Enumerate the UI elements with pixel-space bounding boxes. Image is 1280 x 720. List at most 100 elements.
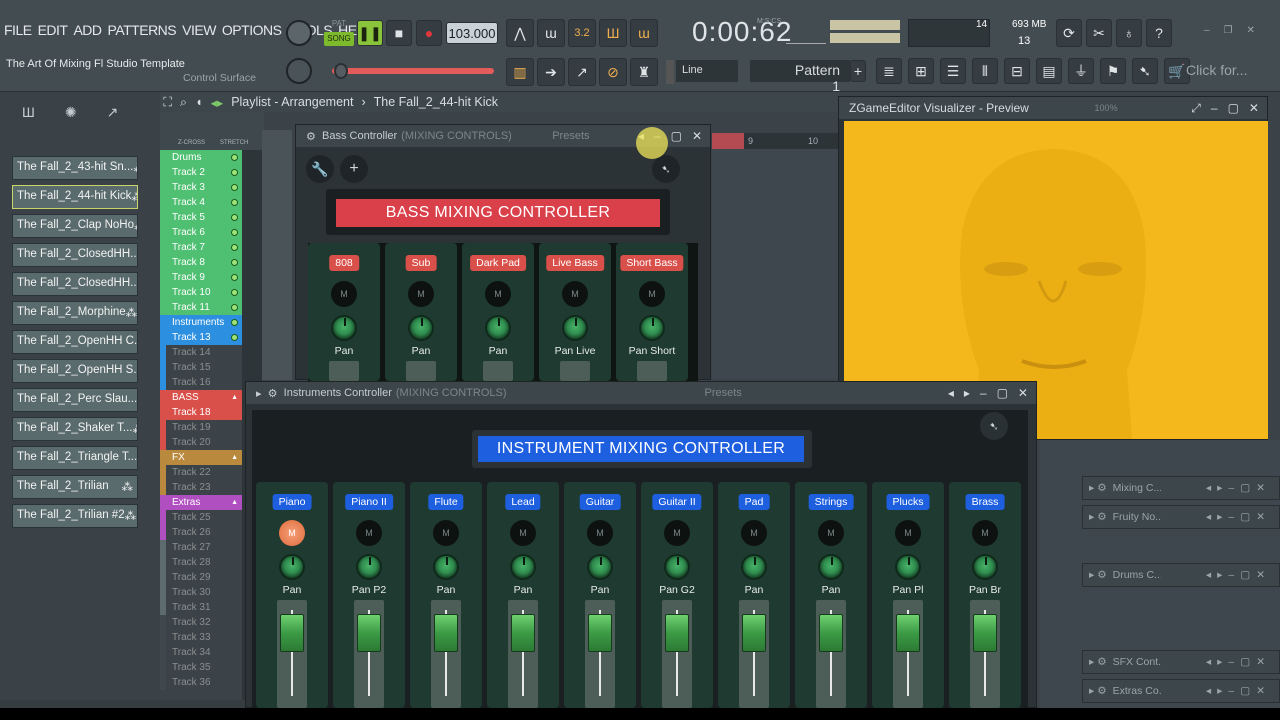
track-row[interactable]: Track 31	[160, 600, 242, 615]
volume-fader[interactable]	[508, 600, 538, 708]
fader-handle[interactable]	[357, 614, 381, 652]
pan-knob[interactable]	[485, 315, 511, 341]
snap-select[interactable]: Line	[676, 60, 738, 82]
track-row[interactable]: Track 16	[160, 375, 242, 390]
track-row[interactable]: Track 25	[160, 510, 242, 525]
close-icon[interactable]: ✕	[692, 129, 702, 143]
project-button[interactable]: ▤	[1036, 58, 1062, 84]
countdown-button[interactable]: 3.2	[568, 19, 596, 47]
track-row[interactable]: Track 29	[160, 570, 242, 585]
close-icon[interactable]: ✕	[1247, 25, 1255, 36]
mute-button[interactable]: M	[356, 520, 382, 546]
track-row[interactable]: Track 19	[160, 420, 242, 435]
pattern-selector[interactable]: Pattern 1	[750, 60, 850, 94]
loop-record-button[interactable]: ɯ	[630, 19, 658, 47]
mute-button[interactable]: M	[433, 520, 459, 546]
fader-handle[interactable]	[896, 614, 920, 652]
track-row[interactable]: Track 36	[160, 675, 242, 690]
dock-item-controls[interactable]: ◂▸–▢✕	[1206, 569, 1279, 581]
gear-icon[interactable]: ⚙	[268, 387, 278, 400]
speaker-icon[interactable]: ◖	[195, 95, 203, 109]
track-enable-led[interactable]	[231, 319, 238, 326]
pan-knob[interactable]	[279, 554, 305, 580]
track-row[interactable]: Track 14	[160, 345, 242, 360]
zcross-label[interactable]: Z-CROSS	[178, 140, 205, 146]
track-row[interactable]: Instruments	[160, 315, 242, 330]
track-row[interactable]: Drums	[160, 150, 242, 165]
pan-knob[interactable]	[741, 554, 767, 580]
tempo-tapper-button[interactable]: ⚑	[1100, 58, 1126, 84]
dock-item[interactable]: ▸ ⚙ SFX Cont... ◂▸–▢✕	[1082, 650, 1280, 674]
close-icon[interactable]: ✕	[1018, 386, 1028, 400]
track-enable-led[interactable]	[231, 229, 238, 236]
fader-handle[interactable]	[511, 614, 535, 652]
track-row[interactable]: Track 18	[160, 405, 242, 420]
track-row[interactable]: Track 23	[160, 480, 242, 495]
track-row[interactable]: Track 9	[160, 270, 242, 285]
track-row[interactable]: Track 20	[160, 435, 242, 450]
track-row[interactable]: Track 30	[160, 585, 242, 600]
pat-toggle[interactable]: PAT	[324, 19, 354, 31]
minimize-icon[interactable]: –	[1211, 101, 1218, 116]
mute-button[interactable]: M	[664, 520, 690, 546]
plugin-picker-button[interactable]: ➷	[1132, 58, 1158, 84]
stop-button[interactable]: ■	[386, 20, 412, 46]
prev-preset-icon[interactable]: ◂	[948, 386, 954, 400]
track-row[interactable]: Track 35	[160, 660, 242, 675]
arrow-button[interactable]: ➔	[537, 58, 565, 86]
pattern-item[interactable]: The Fall_2_Trilian ⁂	[12, 475, 138, 499]
arrow-icon[interactable]: ▸	[1089, 685, 1094, 697]
collapse-icon[interactable]: ▲	[231, 454, 238, 461]
mute-button[interactable]: M	[279, 520, 305, 546]
track-enable-led[interactable]	[231, 184, 238, 191]
mixer-button[interactable]: ⫴	[972, 58, 998, 84]
track-enable-led[interactable]	[231, 289, 238, 296]
song-position-slider[interactable]	[332, 68, 494, 74]
pan-knob[interactable]	[895, 554, 921, 580]
fader-handle[interactable]	[588, 614, 612, 652]
track-row[interactable]: Track 22	[160, 465, 242, 480]
pattern-item[interactable]: The Fall_2_ClosedHH...⁂	[12, 243, 138, 267]
pan-knob[interactable]	[562, 315, 588, 341]
pan-knob[interactable]	[639, 315, 665, 341]
pan-knob[interactable]	[433, 554, 459, 580]
mute-button[interactable]: M	[562, 281, 588, 307]
pause-button[interactable]: ❚❚	[357, 20, 383, 46]
inst-presets[interactable]: Presets	[705, 387, 742, 399]
pan-knob[interactable]	[510, 554, 536, 580]
dock-item[interactable]: ▸ ⚙ Drums C... ◂▸–▢✕	[1082, 563, 1280, 587]
menu-patterns[interactable]: PATTERNS	[108, 22, 177, 38]
volume-fader[interactable]	[277, 600, 307, 708]
arrow-icon[interactable]: ▸	[1089, 482, 1094, 494]
pattern-item[interactable]: The Fall_2_Perc Slau...⁂	[12, 388, 138, 412]
volume-fader[interactable]	[739, 600, 769, 708]
volume-fader[interactable]	[560, 361, 590, 381]
track-row[interactable]: Track 10	[160, 285, 242, 300]
audio-icon[interactable]: ✺	[65, 104, 77, 121]
track-row[interactable]: Track 15	[160, 360, 242, 375]
mute-button[interactable]: M	[895, 520, 921, 546]
bass-presets[interactable]: Presets	[552, 130, 589, 142]
track-row[interactable]: Extras ▲	[160, 495, 242, 510]
select-icon[interactable]: ⛶	[163, 95, 172, 110]
arrow-icon[interactable]: ▸	[1089, 656, 1094, 668]
pattern-item[interactable]: The Fall_2_OpenHH C...⁂	[12, 330, 138, 354]
volume-fader[interactable]	[329, 361, 359, 381]
menu-edit[interactable]: EDIT	[38, 22, 68, 38]
arrow-icon[interactable]: ▸	[256, 387, 262, 400]
fader-handle[interactable]	[819, 614, 843, 652]
pan-knob[interactable]	[356, 554, 382, 580]
collapse-icon[interactable]: ▲	[231, 394, 238, 401]
track-row[interactable]: Track 5	[160, 210, 242, 225]
master-volume-knob[interactable]	[286, 20, 312, 46]
menu-add[interactable]: ADD	[73, 22, 102, 38]
mute-button[interactable]: M	[818, 520, 844, 546]
piano-roll-button[interactable]: ⊞	[908, 58, 934, 84]
step-edit-button[interactable]: Ш	[599, 19, 627, 47]
track-row[interactable]: Track 13	[160, 330, 242, 345]
volume-fader[interactable]	[637, 361, 667, 381]
track-enable-led[interactable]	[231, 334, 238, 341]
pan-knob[interactable]	[972, 554, 998, 580]
mute-button[interactable]: M	[639, 281, 665, 307]
track-row[interactable]: BASS ▲	[160, 390, 242, 405]
